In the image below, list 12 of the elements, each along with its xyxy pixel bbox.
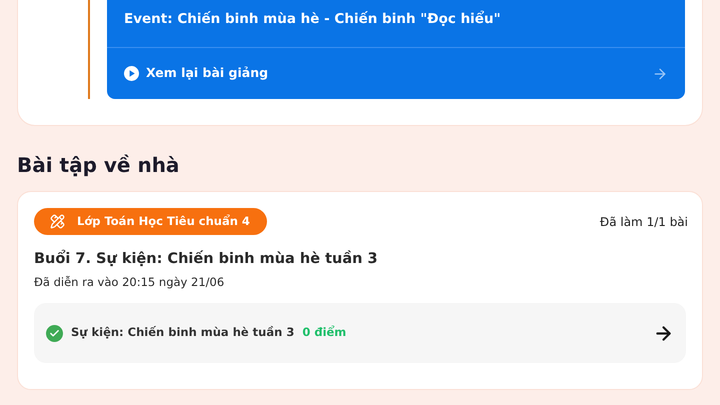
progress-text: Đã làm 1/1 bài xyxy=(600,214,688,230)
play-icon xyxy=(124,66,139,81)
section-heading: Bài tập về nhà xyxy=(17,152,180,179)
lesson-title: Buổi 7. Sự kiện: Chiến binh mùa hè tuần 3 xyxy=(34,249,379,269)
task-row[interactable]: Sự kiện: Chiến binh mùa hè tuần 3 0 điểm xyxy=(34,303,686,363)
class-badge: Lớp Toán Học Tiêu chuẩn 4 xyxy=(34,208,267,235)
pencil-ruler-icon xyxy=(50,214,65,229)
replay-link[interactable]: Xem lại bài giảng xyxy=(107,48,685,99)
task-score: 0 điểm xyxy=(302,324,346,342)
event-title: Event: Chiến binh mùa hè - Chiến binh "Đọc hiểu" xyxy=(124,10,501,29)
lesson-date: Đã diễn ra vào 20:15 ngày 21/06 xyxy=(34,274,226,291)
task-name: Sự kiện: Chiến binh mùa hè tuần 3 xyxy=(71,324,294,342)
